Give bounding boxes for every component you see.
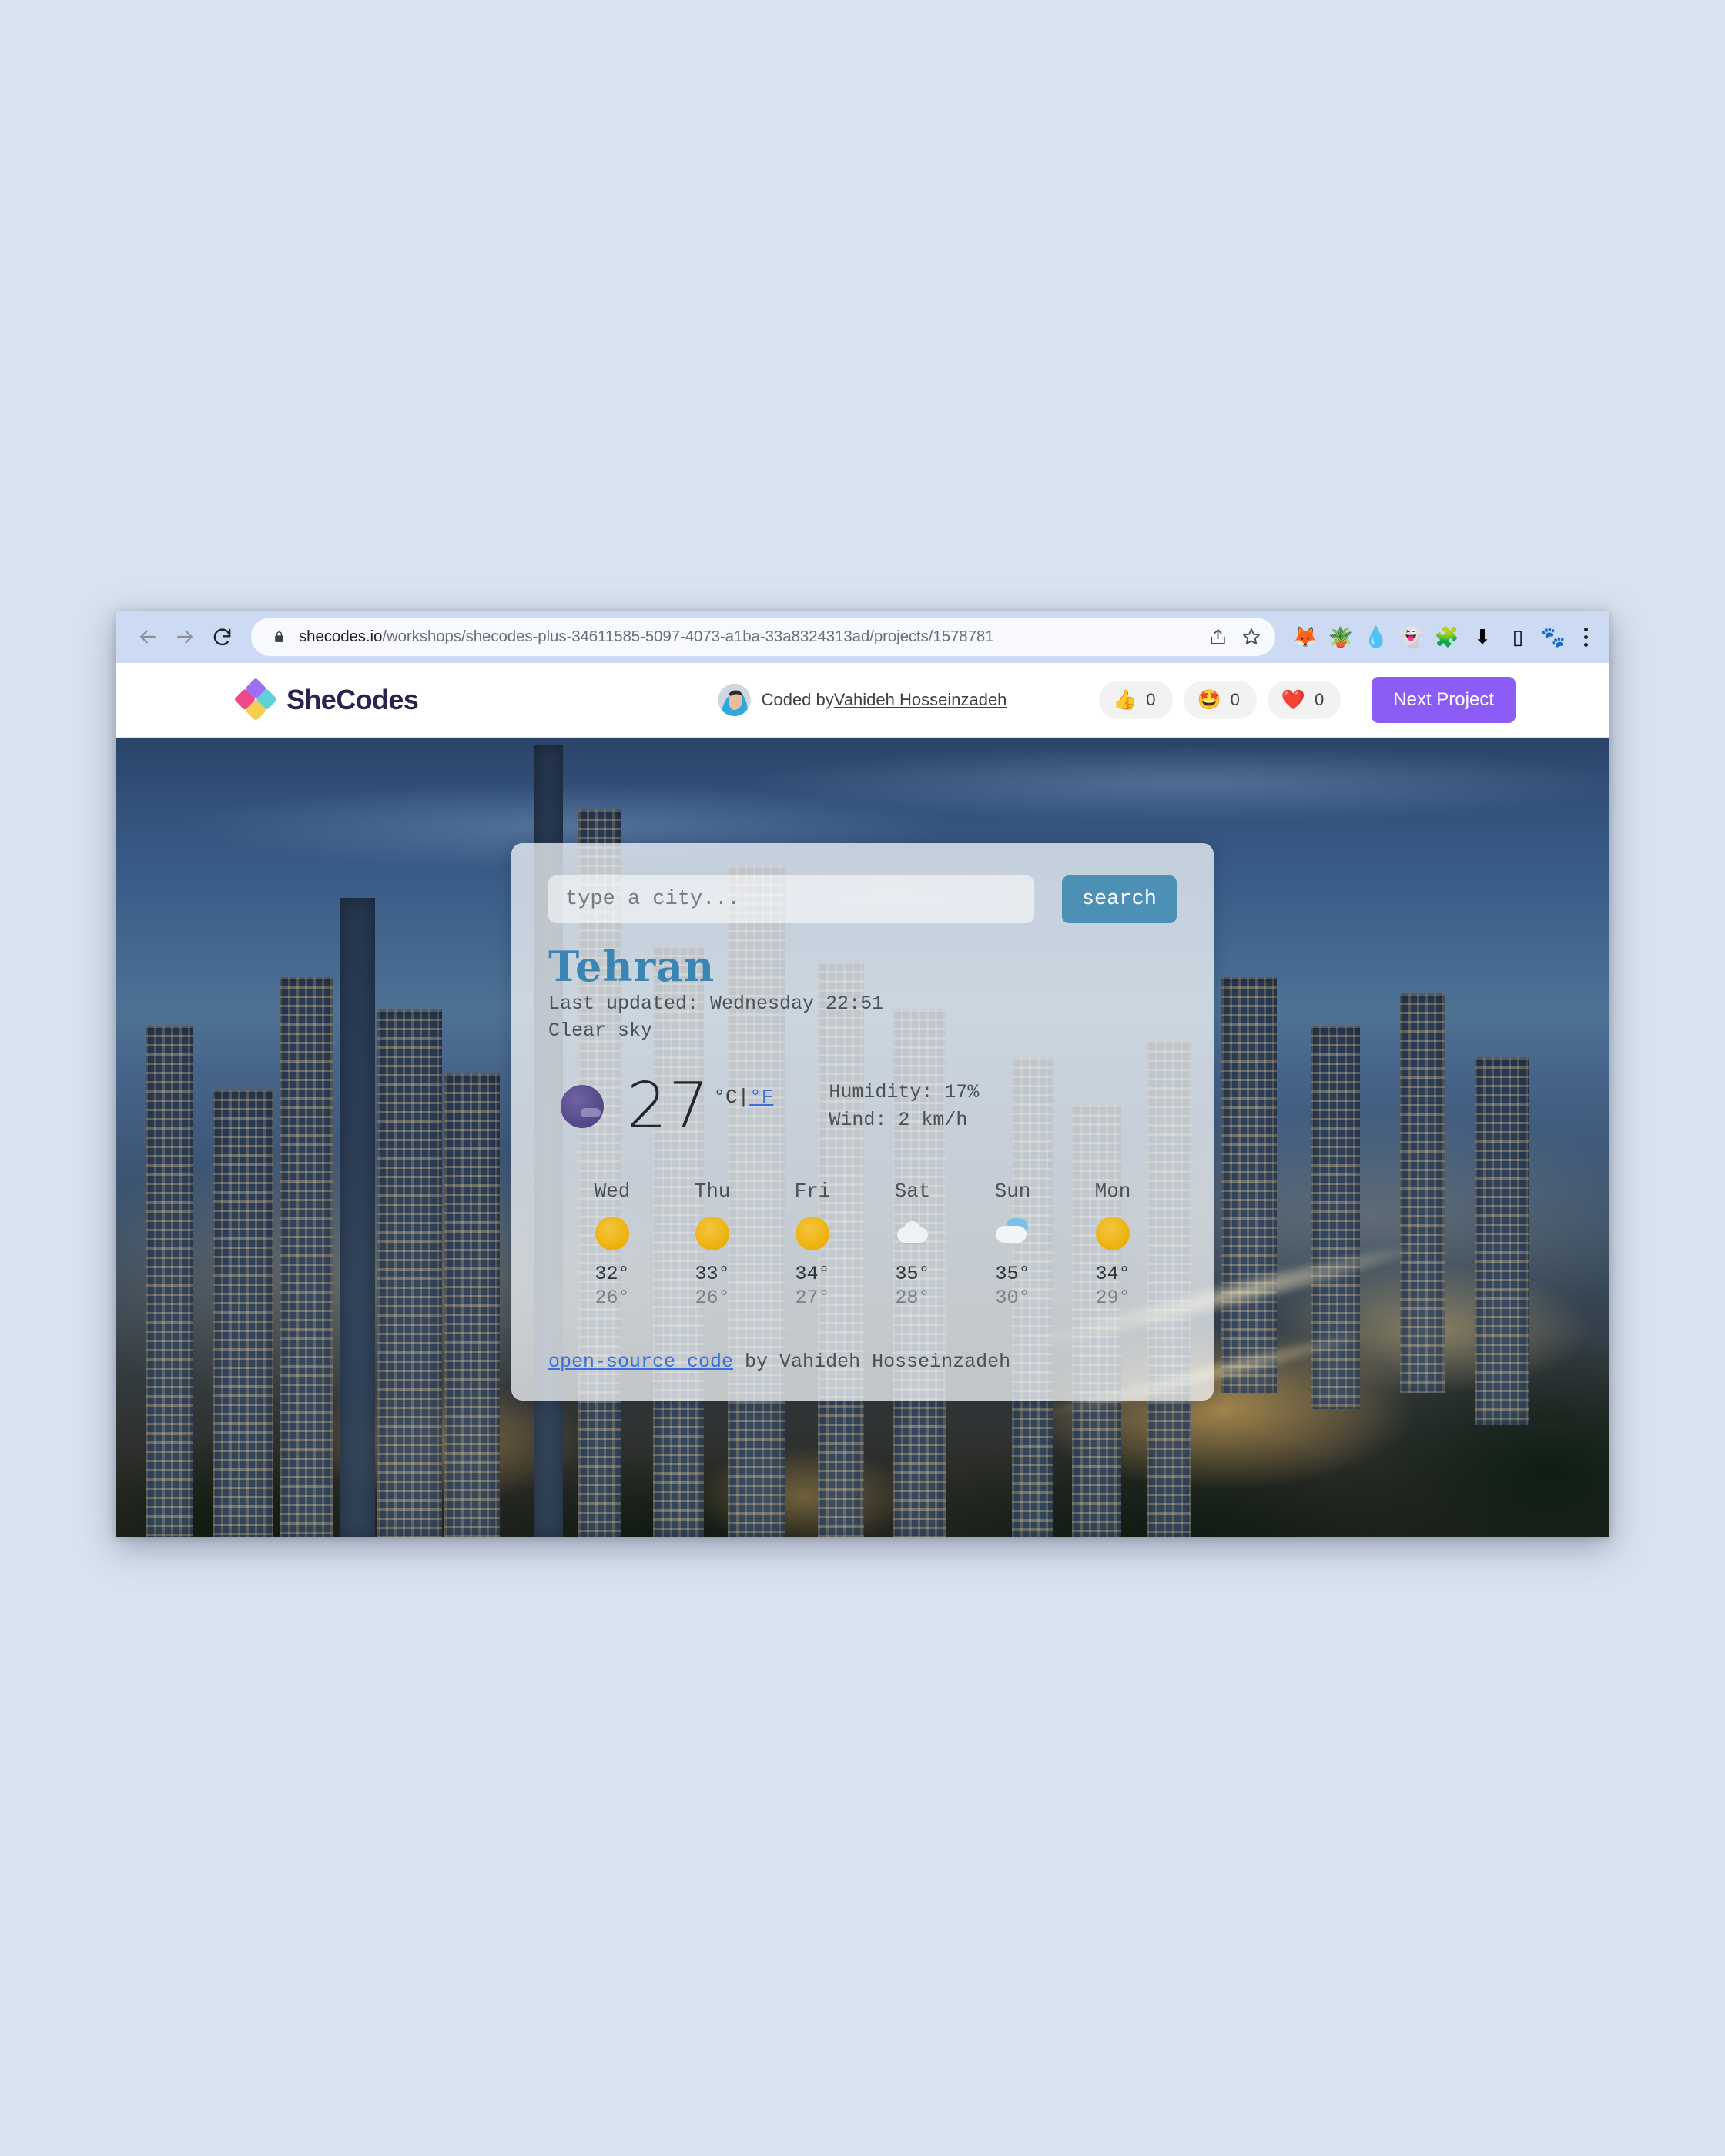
partly-cloudy-icon [996,1217,1030,1250]
forecast-row: Wed 32° 26° Thu 33° 26° Fri 34° 27° Sat … [548,1180,1177,1309]
building-silhouette [280,977,334,1537]
sun-icon [695,1217,729,1251]
search-button[interactable]: search [1061,875,1177,923]
building-silhouette [377,1009,442,1537]
side-panel-icon[interactable]: ▯ [1500,619,1536,654]
search-form: search [548,875,1177,923]
forecast-day-name: Fri [794,1180,831,1204]
forecast-max-temp: 35° [995,1263,1030,1286]
sun-icon [595,1217,629,1251]
celsius-unit: °C [713,1086,738,1110]
site-header: SheCodes Coded by Vahideh Hosseinzadeh 👍… [116,663,1609,738]
star-struck-icon: 🤩 [1197,688,1221,711]
next-project-button[interactable]: Next Project [1372,677,1516,723]
download-icon[interactable]: ⬇ [1465,619,1500,654]
building-silhouette [444,1073,500,1537]
thumbs-up-count: 0 [1146,690,1156,709]
shecodes-logo[interactable]: SheCodes [233,678,419,721]
heart-reaction[interactable]: ❤️ 0 [1267,681,1341,719]
forecast-min-temp: 27° [795,1287,830,1310]
browser-window: shecodes.io/workshops/shecodes-plus-3461… [116,611,1609,1537]
forecast-day-name: Mon [1094,1180,1131,1204]
card-footer: open-source code by Vahideh Hosseinzadeh [548,1351,1177,1373]
address-bar[interactable]: shecodes.io/workshops/shecodes-plus-3461… [251,618,1275,656]
shecodes-logo-mark [233,678,277,721]
coded-by: Coded by Vahideh Hosseinzadeh [718,684,1007,716]
star-icon[interactable] [1235,621,1268,653]
city-name: Tehran [548,942,715,991]
forecast-day-name: Thu [694,1180,731,1204]
humidity-value: Humidity: 17% [829,1080,980,1103]
thumbs-up-icon: 👍 [1113,688,1137,711]
star-struck-count: 0 [1230,690,1240,709]
forward-arrow-icon[interactable] [166,618,203,655]
star-struck-reaction[interactable]: 🤩 0 [1183,681,1257,719]
weather-app-card: search Tehran Last updated: Wednesday 22… [511,843,1214,1401]
fahrenheit-unit-link[interactable]: °F [749,1086,773,1109]
url-path: /workshops/shecodes-plus-34611585-5097-4… [382,628,994,645]
forecast-day: Mon 34° 29° [1063,1180,1163,1309]
puzzle-extensions-icon[interactable]: 🧩 [1429,619,1465,654]
app-viewport: search Tehran Last updated: Wednesday 22… [116,738,1609,1537]
kebab-menu-icon[interactable] [1573,619,1599,654]
forecast-min-temp: 28° [895,1287,930,1310]
cloud-icon [896,1217,929,1250]
forecast-max-temp: 35° [895,1263,930,1286]
extensions-strip: 🦊 🪴 💧 👻 🧩 ⬇ ▯ 🐾 [1275,619,1599,654]
forecast-max-temp: 34° [795,1263,830,1286]
url-text: shecodes.io/workshops/shecodes-plus-3461… [299,628,1200,646]
open-source-code-link[interactable]: open-source code [548,1351,733,1373]
weather-description: Clear sky [548,1019,653,1042]
share-icon[interactable] [1201,621,1234,653]
url-host: shecodes.io [299,628,383,645]
building-silhouette [340,897,375,1537]
forecast-max-temp: 32° [595,1263,630,1286]
browser-toolbar: shecodes.io/workshops/shecodes-plus-3461… [116,611,1609,663]
frog-extension-icon[interactable]: 🪴 [1323,619,1358,654]
forecast-min-temp: 26° [595,1287,630,1310]
current-temperature: 27 [627,1070,711,1143]
author-link[interactable]: Vahideh Hosseinzadeh [834,690,1007,710]
profile-avatar-icon[interactable]: 🐾 [1536,619,1571,654]
search-input[interactable] [548,875,1034,923]
header-actions: 👍 0 🤩 0 ❤️ 0 Next Project [1099,677,1516,723]
unit-toggle: °C|°F [713,1075,773,1109]
last-updated: Last updated: Wednesday 22:51 [548,992,884,1015]
unit-separator: | [737,1086,750,1110]
ghost-extension-icon[interactable]: 👻 [1394,619,1429,654]
conditions-details: Humidity: 17% Wind: 2 km/h [829,1079,979,1135]
heart-icon: ❤️ [1281,688,1306,711]
footer-author: by Vahideh Hosseinzadeh [733,1351,1011,1374]
wind-value: Wind: 2 km/h [829,1109,968,1132]
forecast-min-temp: 26° [695,1287,730,1310]
forecast-day: Thu 33° 26° [662,1180,762,1309]
building-silhouette [213,1089,273,1537]
thumbs-up-reaction[interactable]: 👍 0 [1099,681,1173,719]
forecast-min-temp: 29° [1095,1287,1130,1310]
forecast-day-name: Wed [594,1180,631,1204]
shecodes-logo-text: SheCodes [286,684,419,715]
reload-icon[interactable] [203,618,240,655]
coded-by-prefix: Coded by [761,690,834,709]
forecast-day-name: Sun [994,1180,1031,1204]
current-conditions: 27 °C|°F Humidity: 17% Wind: 2 km/h [548,1075,1177,1138]
forecast-day-name: Sat [894,1180,931,1204]
forecast-day: Sun 35° 30° [963,1180,1063,1309]
water-drop-extension-icon[interactable]: 💧 [1358,619,1394,654]
building-silhouette [145,1025,193,1537]
back-arrow-icon[interactable] [129,618,166,655]
moon-clear-night-icon [561,1085,604,1129]
forecast-day: Sat 35° 28° [862,1180,963,1309]
forecast-day: Fri 34° 27° [762,1180,862,1309]
forecast-day: Wed 32° 26° [562,1180,662,1309]
author-avatar [718,684,751,716]
sun-icon [1096,1217,1130,1251]
forecast-min-temp: 30° [995,1287,1030,1310]
heart-count: 0 [1315,690,1325,709]
sun-icon [796,1217,829,1251]
lock-icon [271,628,286,645]
forecast-max-temp: 33° [695,1263,730,1286]
forecast-max-temp: 34° [1095,1263,1130,1286]
fox-extension-icon[interactable]: 🦊 [1288,619,1323,654]
